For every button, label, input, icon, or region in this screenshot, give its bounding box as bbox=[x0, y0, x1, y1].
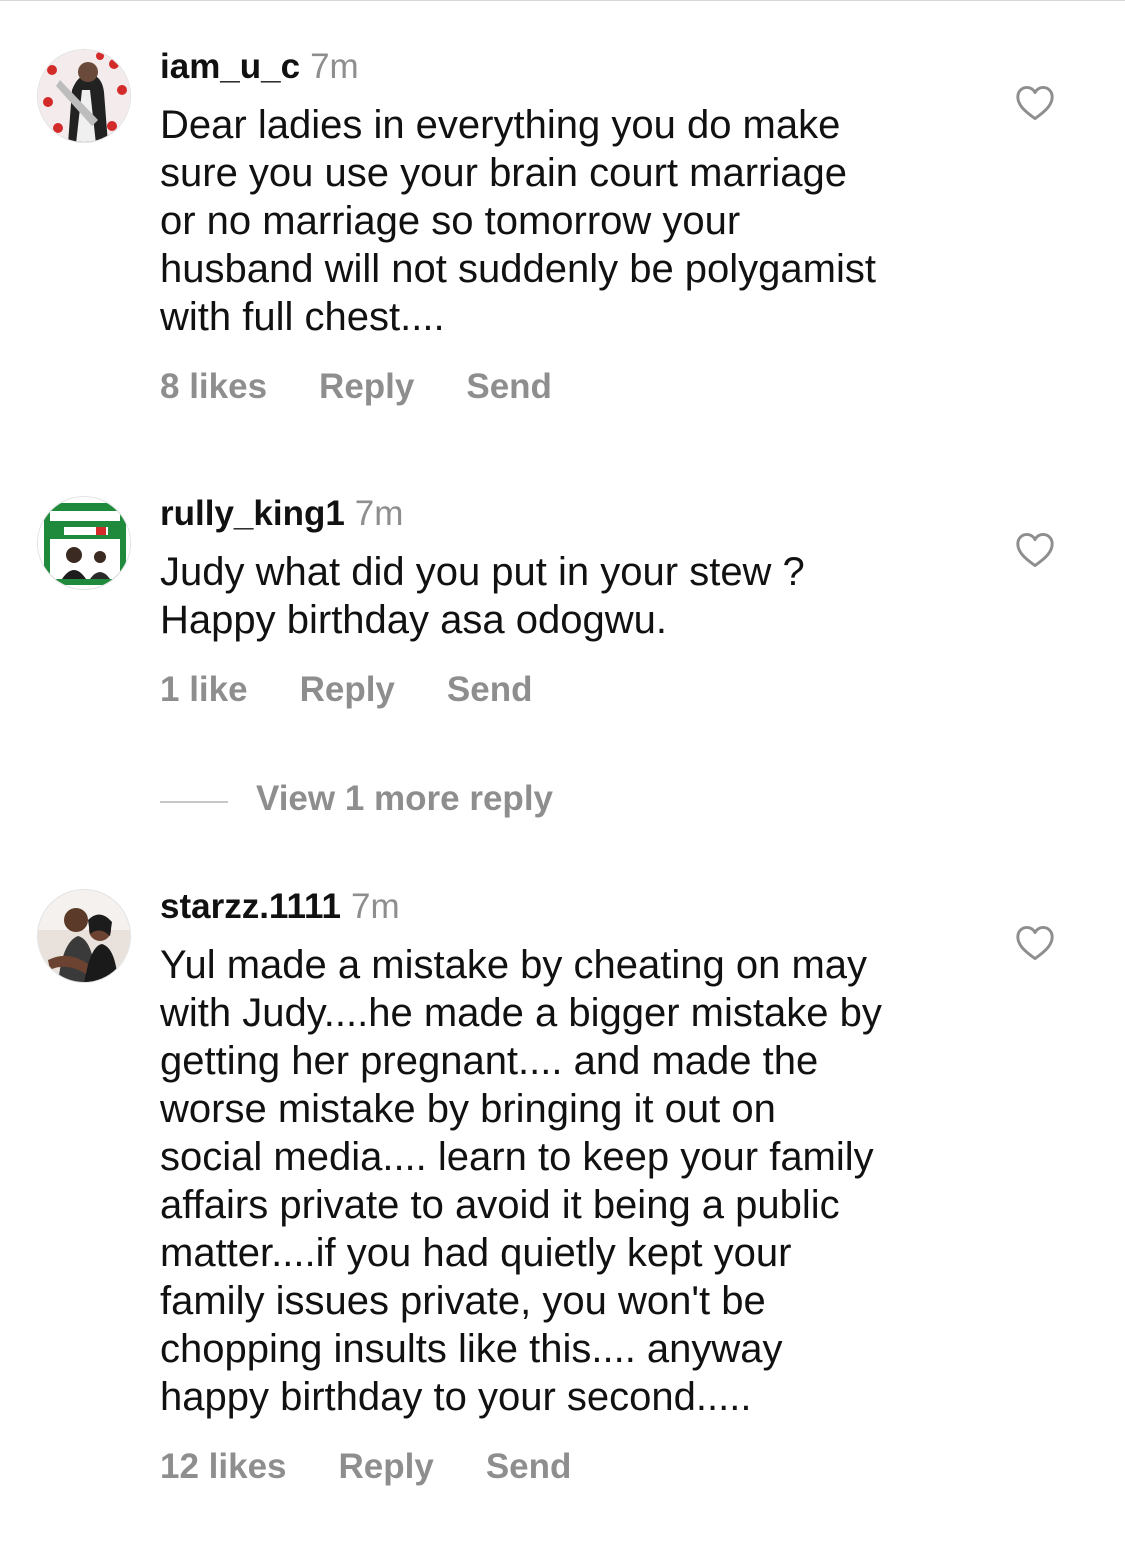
avatar[interactable] bbox=[37, 496, 131, 590]
timestamp: 7m bbox=[354, 494, 404, 533]
comment-actions: 8 likes Reply Send bbox=[160, 367, 552, 407]
comment-line: Happy birthday asa odogwu. bbox=[160, 598, 667, 642]
likes-count[interactable]: 8 likes bbox=[160, 367, 267, 407]
comment-line: Yul made a mistake by cheating on may bbox=[160, 943, 868, 987]
timestamp: 7m bbox=[310, 47, 359, 86]
view-more-replies-button[interactable]: View 1 more reply bbox=[160, 778, 553, 820]
reply-button[interactable]: Reply bbox=[319, 367, 414, 407]
username[interactable]: rully_king1 bbox=[160, 494, 345, 533]
comment-line: affairs private to avoid it being a publ… bbox=[160, 1183, 840, 1227]
send-button[interactable]: Send bbox=[447, 670, 533, 710]
comment-actions: 12 likes Reply Send bbox=[160, 1447, 571, 1487]
comment-line: worse mistake by bringing it out on bbox=[160, 1087, 776, 1131]
comment-text: Dear ladies in everything you do make su… bbox=[160, 101, 980, 341]
comment-text: Yul made a mistake by cheating on may wi… bbox=[160, 941, 980, 1421]
reply-button[interactable]: Reply bbox=[300, 670, 395, 710]
heart-outline-icon[interactable] bbox=[1015, 532, 1055, 568]
likes-count[interactable]: 1 like bbox=[160, 670, 248, 710]
comment-line: Dear ladies in everything you do make bbox=[160, 103, 841, 147]
send-button[interactable]: Send bbox=[466, 367, 552, 407]
comment-line: sure you use your brain court marriage bbox=[160, 151, 847, 195]
comment-line: family issues private, you won't be bbox=[160, 1279, 766, 1323]
comment-line: Judy what did you put in your stew ? bbox=[160, 550, 805, 594]
comment-header: starzz.1111 7m bbox=[160, 887, 400, 927]
comment-header: rully_king1 7m bbox=[160, 494, 403, 534]
avatar[interactable] bbox=[37, 49, 131, 143]
likes-count[interactable]: 12 likes bbox=[160, 1447, 287, 1487]
comment-line: chopping insults like this.... anyway bbox=[160, 1327, 783, 1371]
comment-line: social media.... learn to keep your fami… bbox=[160, 1135, 874, 1179]
comment-line: husband will not suddenly be polygamist bbox=[160, 247, 876, 291]
replies-divider bbox=[160, 800, 228, 803]
reply-button[interactable]: Reply bbox=[339, 1447, 434, 1487]
username[interactable]: starzz.1111 bbox=[160, 887, 341, 926]
timestamp: 7m bbox=[351, 887, 400, 926]
comment-line: happy birthday to your second..... bbox=[160, 1375, 752, 1419]
top-divider bbox=[0, 0, 1125, 1]
heart-outline-icon[interactable] bbox=[1015, 925, 1055, 961]
comment-line: getting her pregnant.... and made the bbox=[160, 1039, 819, 1083]
comment-line: matter....if you had quietly kept your bbox=[160, 1231, 792, 1275]
comment-header: iam_u_c 7m bbox=[160, 47, 359, 87]
heart-outline-icon[interactable] bbox=[1015, 85, 1055, 121]
comment-line: with full chest.... bbox=[160, 295, 445, 339]
comment-actions: 1 like Reply Send bbox=[160, 670, 532, 710]
comment-line: or no marriage so tomorrow your bbox=[160, 199, 741, 243]
view-more-label[interactable]: View 1 more reply bbox=[256, 779, 553, 818]
username[interactable]: iam_u_c bbox=[160, 47, 300, 86]
comment-text: Judy what did you put in your stew ? Hap… bbox=[160, 548, 980, 644]
avatar[interactable] bbox=[37, 889, 131, 983]
comment-line: with Judy....he made a bigger mistake by bbox=[160, 991, 882, 1035]
send-button[interactable]: Send bbox=[486, 1447, 572, 1487]
